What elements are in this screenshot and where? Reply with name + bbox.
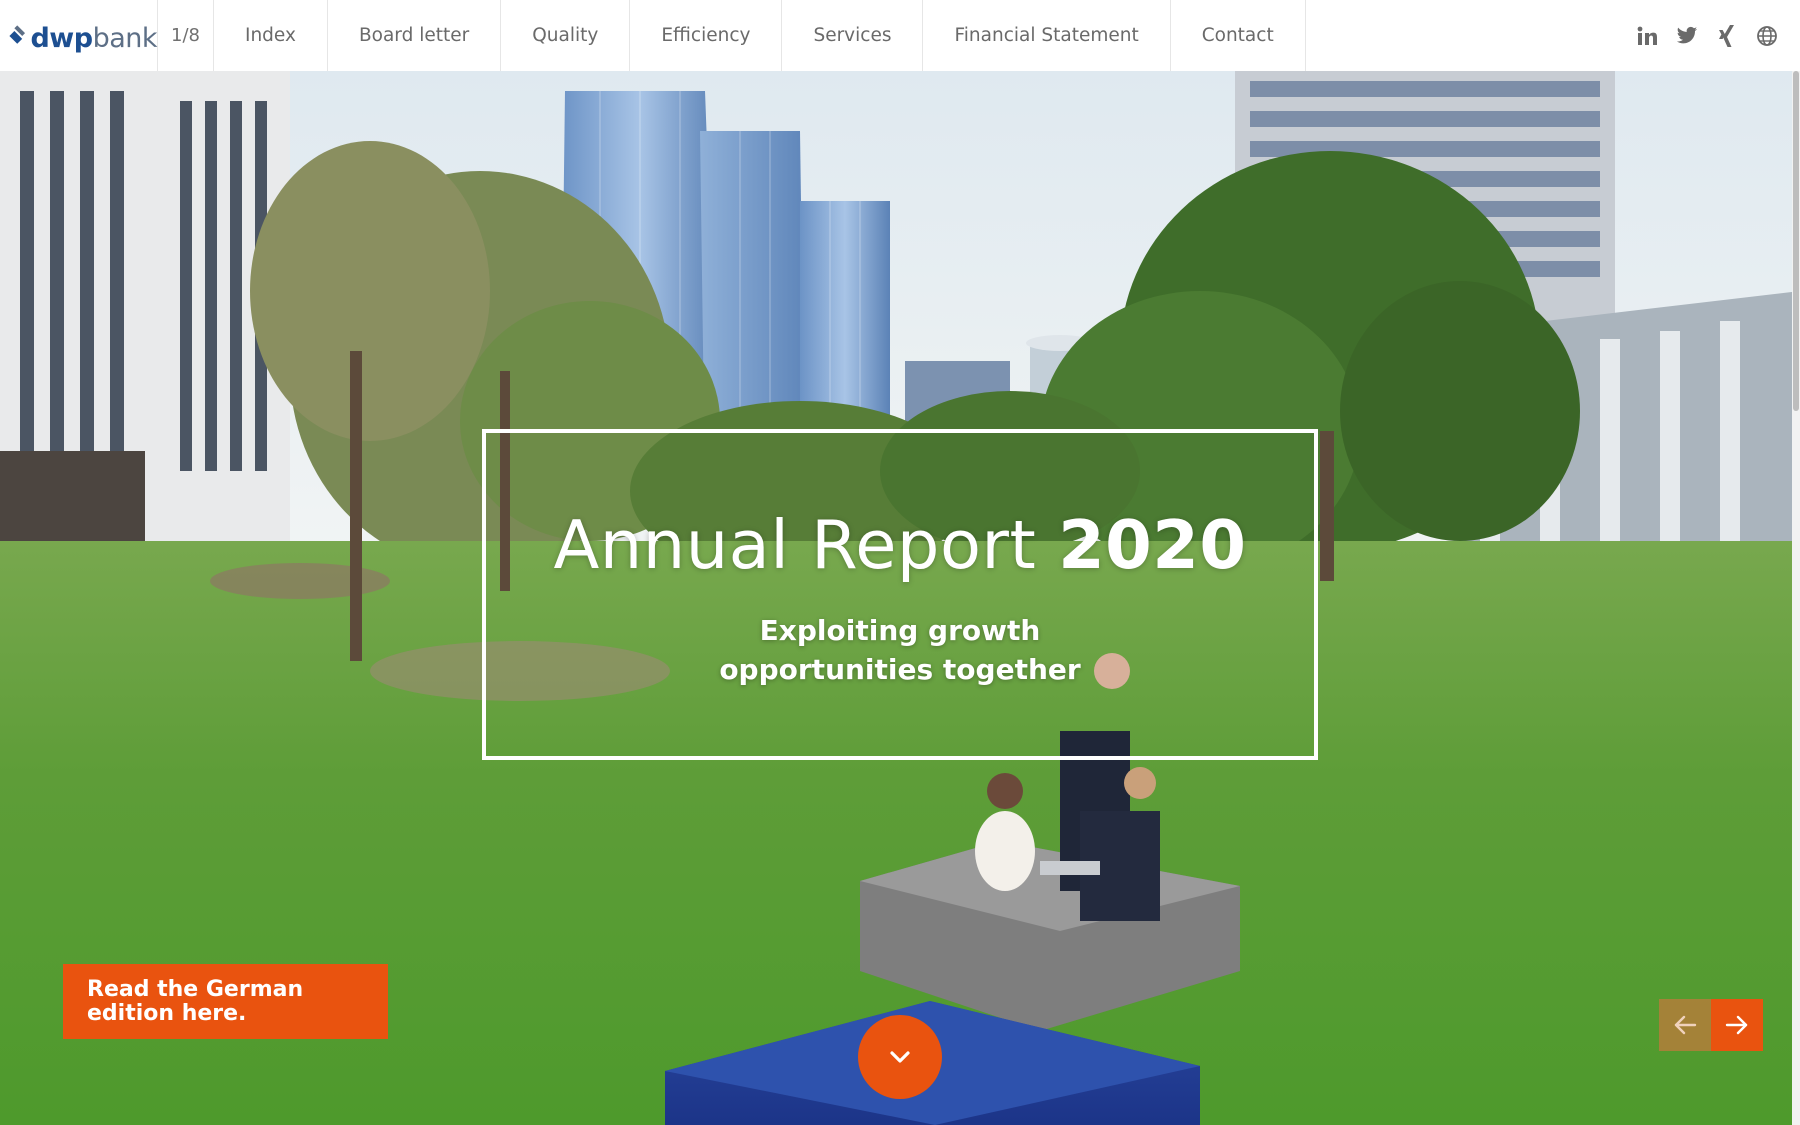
nav-item-financial-statement[interactable]: Financial Statement	[923, 0, 1171, 71]
xing-icon[interactable]	[1716, 24, 1738, 47]
scrollbar-thumb[interactable]	[1793, 71, 1799, 411]
page-scrollbar[interactable]	[1792, 71, 1800, 1125]
globe-icon[interactable]	[1756, 25, 1778, 47]
scroll-down-button[interactable]	[858, 1015, 942, 1099]
german-edition-label: Read the German edition here.	[87, 977, 304, 1026]
report-title: Annual Report 2020	[486, 505, 1314, 585]
main-nav: Index Board letter Quality Efficiency Se…	[214, 0, 1306, 71]
chevron-down-icon	[890, 1051, 910, 1063]
linkedin-icon[interactable]	[1636, 25, 1658, 47]
nav-item-efficiency[interactable]: Efficiency	[630, 0, 783, 71]
nav-item-contact[interactable]: Contact	[1171, 0, 1306, 71]
arrow-left-icon	[1674, 1015, 1697, 1035]
previous-page-button[interactable]	[1659, 999, 1711, 1051]
hero-section: Annual Report 2020 Exploiting growth opp…	[0, 71, 1800, 1125]
social-links	[1636, 0, 1800, 71]
logo-text-dwp: dwp	[30, 23, 93, 54]
logo-wordmark: dwpbank	[30, 23, 157, 54]
next-page-button[interactable]	[1711, 999, 1763, 1051]
nav-item-quality[interactable]: Quality	[501, 0, 631, 71]
logo-mark-icon	[9, 24, 26, 44]
logo-text-bank: bank	[92, 23, 158, 54]
top-navigation-bar: dwpbank 1/8 Index Board letter Quality E…	[0, 0, 1800, 71]
nav-item-services[interactable]: Services	[782, 0, 924, 71]
nav-item-board-letter[interactable]: Board letter	[328, 0, 502, 71]
arrow-right-icon	[1725, 1015, 1748, 1035]
german-edition-button[interactable]: Read the German edition here.	[63, 964, 388, 1039]
report-subtitle: Exploiting growth opportunities together	[719, 614, 1081, 686]
page-counter: 1/8	[158, 0, 214, 71]
twitter-icon[interactable]	[1676, 25, 1698, 47]
nav-item-index[interactable]: Index	[214, 0, 328, 71]
report-title-text: Annual Report	[553, 506, 1037, 584]
title-frame: Annual Report 2020 Exploiting growth opp…	[482, 429, 1318, 760]
report-year: 2020	[1058, 506, 1247, 584]
dwpbank-logo[interactable]: dwpbank	[0, 0, 158, 71]
